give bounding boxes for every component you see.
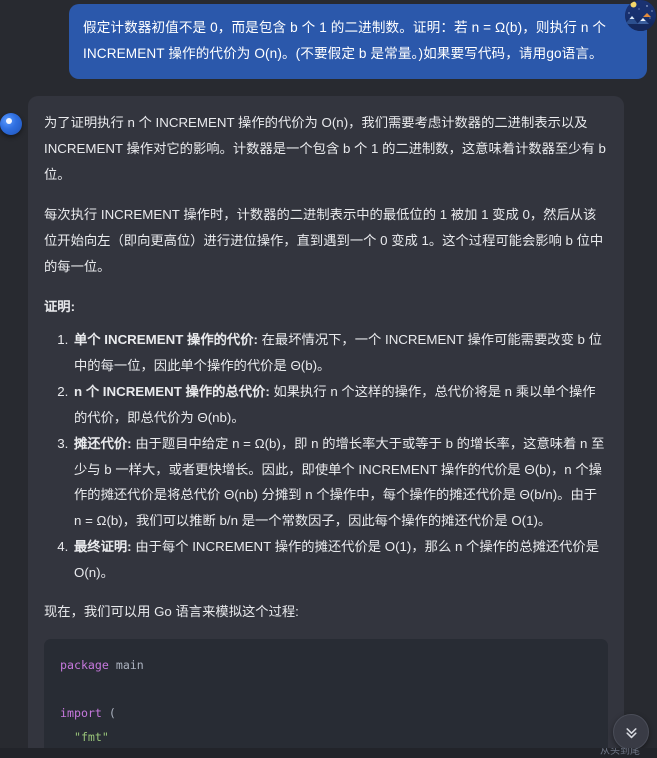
code-token: ( (108, 706, 116, 720)
code-token: "fmt" (73, 730, 109, 744)
assistant-message-bubble: 为了证明执行 n 个 INCREMENT 操作的代价为 O(n)，我们需要考虑计… (28, 96, 624, 758)
list-item: n 个 INCREMENT 操作的总代价: 如果执行 n 个这样的操作，总代价将… (72, 379, 608, 430)
chat-scroll-container[interactable]: 假定计数器初值不是 0，而是包含 b 个 1 的二进制数。证明：若 n = Ω(… (0, 0, 657, 758)
proof-item-body: 由于题目中给定 n = Ω(b)，即 n 的增长率大于或等于 b 的增长率，这意… (74, 436, 605, 528)
code-block-go[interactable]: package main import ( "fmt" "math" ) // … (44, 639, 608, 758)
assistant-paragraph-1: 为了证明执行 n 个 INCREMENT 操作的代价为 O(n)，我们需要考虑计… (44, 115, 606, 182)
list-item: 单个 INCREMENT 操作的代价: 在最坏情况下，一个 INCREMENT … (72, 327, 608, 378)
user-message-bubble: 假定计数器初值不是 0，而是包含 b 个 1 的二进制数。证明：若 n = Ω(… (69, 4, 647, 79)
proof-item-title: 最终证明: (74, 539, 132, 554)
proof-item-title: 单个 INCREMENT 操作的代价: (74, 332, 258, 347)
proof-item-title: n 个 INCREMENT 操作的总代价: (74, 384, 270, 399)
user-avatar-night-sky-icon[interactable] (625, 0, 656, 31)
assistant-message-row: 为了证明执行 n 个 INCREMENT 操作的代价为 O(n)，我们需要考虑计… (0, 96, 657, 758)
assistant-avatar-icon (0, 113, 22, 135)
code-content: package main import ( "fmt" "math" ) // … (60, 658, 563, 758)
list-item: 摊还代价: 由于题目中给定 n = Ω(b)，即 n 的增长率大于或等于 b 的… (72, 431, 608, 533)
avatar-image (625, 0, 656, 31)
user-message-text: 假定计数器初值不是 0，而是包含 b 个 1 的二进制数。证明：若 n = Ω(… (83, 20, 607, 61)
list-item: 最终证明: 由于每个 INCREMENT 操作的摊还代价是 O(1)，那么 n … (72, 534, 608, 585)
proof-item-title: 摊还代价: (74, 436, 132, 451)
code-token: package (60, 658, 109, 672)
proof-item-body: 由于每个 INCREMENT 操作的摊还代价是 O(1)，那么 n 个操作的总摊… (74, 539, 600, 580)
bottom-ghost-text: 从头到尾 (600, 748, 640, 757)
code-token: main (108, 658, 144, 672)
code-token: import (60, 706, 102, 720)
scroll-to-bottom-button[interactable] (613, 714, 649, 750)
bottom-clipped-strip: 从头到尾 (0, 748, 657, 758)
user-message-row: 假定计数器初值不是 0，而是包含 b 个 1 的二进制数。证明：若 n = Ω(… (0, 0, 657, 79)
double-chevron-down-icon (625, 727, 637, 738)
proof-list: 单个 INCREMENT 操作的代价: 在最坏情况下，一个 INCREMENT … (44, 327, 608, 585)
assistant-paragraph-2: 每次执行 INCREMENT 操作时，计数器的二进制表示中的最低位的 1 被加 … (44, 207, 604, 274)
assistant-paragraph-3: 现在，我们可以用 Go 语言来模拟这个过程: (44, 604, 299, 619)
proof-heading: 证明: (44, 299, 76, 314)
